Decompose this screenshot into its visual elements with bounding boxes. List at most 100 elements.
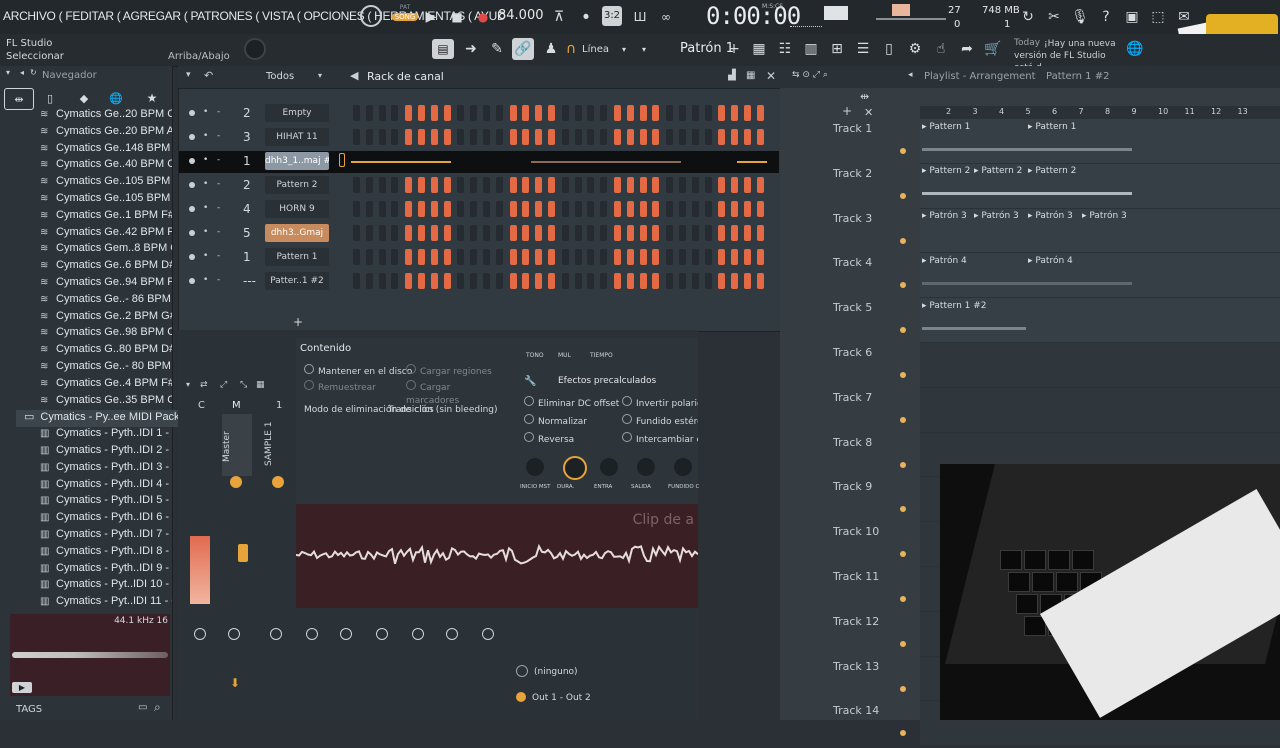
sample-waveform[interactable]: Clip de a bbox=[296, 504, 698, 608]
step-button[interactable] bbox=[704, 201, 712, 217]
step-button[interactable] bbox=[639, 129, 647, 145]
step-button[interactable] bbox=[744, 225, 751, 241]
step-button[interactable] bbox=[587, 273, 595, 289]
sampler-knob[interactable] bbox=[526, 458, 544, 476]
browser-midi-item[interactable]: ▥ Cymatics - Pyth..IDI 1 - C Min bbox=[8, 427, 172, 444]
step-button[interactable] bbox=[470, 177, 478, 193]
step-button[interactable] bbox=[626, 105, 634, 121]
step-button[interactable] bbox=[509, 225, 517, 241]
browser-item[interactable]: ≋ Cymatics Ge..6 BPM D# Min bbox=[8, 259, 172, 276]
step-button[interactable] bbox=[626, 249, 634, 265]
step-button[interactable] bbox=[756, 225, 764, 241]
channel-mixer-number[interactable]: --- bbox=[243, 274, 256, 288]
step-button[interactable] bbox=[430, 249, 438, 265]
track-header[interactable]: Track 5 bbox=[830, 301, 920, 345]
nav-back-icon[interactable]: ◂ bbox=[20, 68, 24, 77]
step-button[interactable] bbox=[365, 249, 373, 265]
touch-icon[interactable]: ☝ bbox=[932, 40, 950, 58]
step-button[interactable] bbox=[470, 129, 478, 145]
channel-name-button[interactable]: HIHAT 11 bbox=[265, 128, 329, 146]
step-button[interactable] bbox=[418, 201, 425, 217]
step-button[interactable] bbox=[666, 249, 674, 265]
step-button[interactable] bbox=[495, 273, 503, 289]
step-button[interactable] bbox=[666, 105, 674, 121]
pattern-menu-icon[interactable]: ▾ bbox=[638, 42, 650, 56]
step-button[interactable] bbox=[679, 177, 686, 193]
step-button[interactable] bbox=[405, 129, 413, 145]
piano-roll-icon[interactable]: ▤ bbox=[432, 39, 454, 59]
step-button[interactable] bbox=[744, 249, 751, 265]
step-button[interactable] bbox=[470, 249, 478, 265]
mixer-pan-knob[interactable] bbox=[412, 628, 424, 640]
step-button[interactable] bbox=[548, 273, 555, 289]
pattern-clip[interactable]: ▸ Patrón 3 bbox=[922, 211, 967, 221]
playlist-tools-icon[interactable]: ⇆ ⊙ ⤢ ⌕ bbox=[792, 70, 828, 80]
shortcut-icon[interactable]: ➦ bbox=[958, 40, 976, 58]
step-button[interactable] bbox=[718, 177, 726, 193]
step-button[interactable] bbox=[457, 177, 465, 193]
pat-song-toggle[interactable]: PAT SONG bbox=[392, 4, 418, 30]
plugin-picker-icon[interactable]: ⊞ bbox=[828, 40, 846, 58]
track-header[interactable]: Track 7 bbox=[830, 391, 920, 435]
step-button[interactable] bbox=[731, 249, 739, 265]
browser-tab-favorites[interactable]: ★ bbox=[142, 88, 162, 108]
step-button[interactable] bbox=[418, 105, 425, 121]
browser-item[interactable]: ≋ Cymatics Ge..105 BPM A Min bbox=[8, 192, 172, 209]
fx-option[interactable]: Fundido estéreo bbox=[622, 414, 698, 427]
step-button[interactable] bbox=[365, 105, 373, 121]
step-button[interactable] bbox=[652, 129, 660, 145]
step-button[interactable] bbox=[718, 249, 726, 265]
brush-icon[interactable]: ✎ bbox=[488, 40, 506, 58]
browser-tab-files[interactable]: ▯ bbox=[40, 88, 60, 108]
step-button[interactable] bbox=[679, 105, 686, 121]
browser-item[interactable]: ≋ Cymatics Ge..- 80 BPM E Maj bbox=[8, 360, 172, 377]
playlist-scroll-icon[interactable]: ⇹ bbox=[860, 90, 869, 103]
track-led-icon[interactable] bbox=[900, 282, 906, 289]
step-button[interactable] bbox=[561, 105, 569, 121]
load-markers-option[interactable]: Cargar marcadores bbox=[406, 380, 506, 406]
playlist-close-icon[interactable]: ✕ bbox=[864, 106, 873, 119]
channel-mixer-number[interactable]: 2 bbox=[243, 178, 251, 192]
browser-item[interactable]: ≋ Cymatics Ge..105 BPM A Min bbox=[8, 175, 172, 192]
browser-item[interactable]: ≋ Cymatics Ge..4 BPM F# Min bbox=[8, 377, 172, 394]
step-button[interactable] bbox=[574, 105, 582, 121]
pattern-selector[interactable]: Patrón 1 bbox=[680, 41, 734, 56]
channel-row[interactable]: •- 1 dhh3_1..maj #2 bbox=[179, 151, 779, 173]
step-button[interactable] bbox=[691, 177, 699, 193]
step-button[interactable] bbox=[457, 129, 465, 145]
channel-volume-knob[interactable]: - bbox=[217, 107, 225, 119]
browser-midi-item[interactable]: ▥ Cymatics - Pyth..IDI 7 - C Min bbox=[8, 528, 172, 545]
step-button[interactable] bbox=[614, 273, 621, 289]
step-button[interactable] bbox=[509, 249, 517, 265]
step-button[interactable] bbox=[443, 129, 451, 145]
step-button[interactable] bbox=[756, 249, 764, 265]
save-icon[interactable]: ▣ bbox=[1122, 7, 1142, 27]
mixer-pan-knob[interactable] bbox=[482, 628, 494, 640]
pattern-clip[interactable]: ▸ Pattern 2 bbox=[922, 166, 970, 176]
step-button[interactable] bbox=[457, 225, 465, 241]
step-button[interactable] bbox=[495, 129, 503, 145]
record-button[interactable]: ● bbox=[474, 8, 492, 26]
mixer-arrange-icon[interactable]: ▦ bbox=[256, 380, 265, 390]
step-button[interactable] bbox=[535, 105, 543, 121]
load-regions-option[interactable]: Cargar regiones bbox=[406, 364, 496, 378]
step-button[interactable] bbox=[443, 177, 451, 193]
track-led-icon[interactable] bbox=[900, 416, 906, 423]
step-button[interactable] bbox=[405, 201, 413, 217]
channel-row[interactable]: • - 2 Pattern 2 bbox=[179, 175, 779, 197]
step-button[interactable] bbox=[587, 177, 595, 193]
step-button[interactable] bbox=[522, 129, 530, 145]
track-header[interactable]: Track 6 bbox=[830, 346, 920, 390]
step-button[interactable] bbox=[626, 201, 634, 217]
step-button[interactable] bbox=[457, 105, 465, 121]
step-button[interactable] bbox=[418, 177, 425, 193]
chevron-down-icon[interactable]: ▾ bbox=[6, 68, 10, 77]
tags-label[interactable]: TAGS bbox=[16, 704, 42, 715]
step-button[interactable] bbox=[639, 273, 647, 289]
track-led-icon[interactable] bbox=[900, 237, 906, 244]
step-button[interactable] bbox=[353, 177, 360, 193]
step-button[interactable] bbox=[626, 177, 634, 193]
step-button[interactable] bbox=[731, 129, 739, 145]
step-button[interactable] bbox=[535, 249, 543, 265]
step-button[interactable] bbox=[365, 177, 373, 193]
